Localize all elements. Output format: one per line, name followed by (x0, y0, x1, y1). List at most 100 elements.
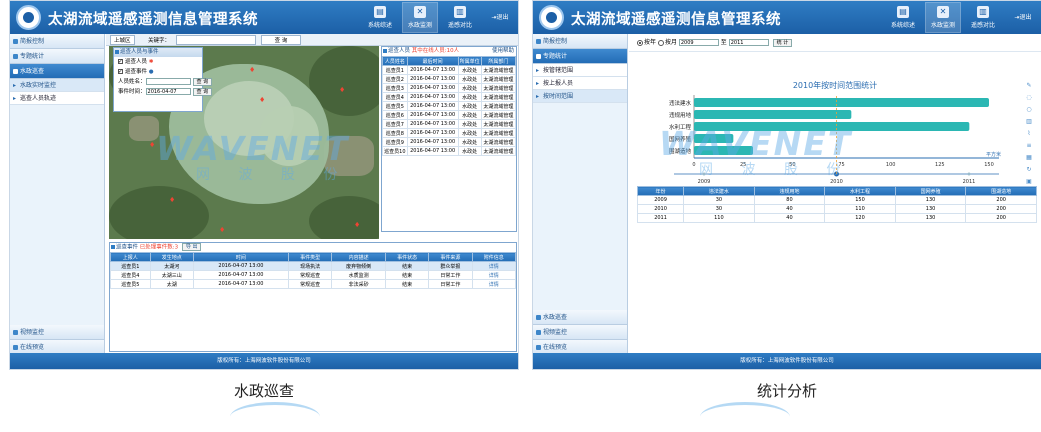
table-row[interactable]: 巡查员6 2016-04-07 13:00 水政处 太湖流域管理 (382, 110, 517, 120)
bar (694, 110, 852, 119)
event-header-cell: 内容描述 (331, 252, 386, 262)
keyword-input[interactable] (176, 35, 256, 45)
marker-icon[interactable]: ♦ (169, 196, 175, 204)
stats-button[interactable]: 统 计 (772, 38, 793, 47)
nav-water-monitor[interactable]: ✕ 水政监测 (925, 2, 961, 33)
staff-cell: 2016-04-07 13:00 (406, 128, 459, 138)
bar-icon[interactable]: ▥ (1025, 118, 1033, 126)
filter-panel-title: 巡查人员与事件 (114, 48, 202, 57)
table-row[interactable]: 巡查员2 2016-04-07 13:00 水政处 太湖流域管理 (382, 74, 517, 84)
marker-icon[interactable]: ♦ (249, 66, 255, 74)
detail-link[interactable]: 详情 (471, 279, 517, 289)
event-header-cell: 上报人 (110, 252, 151, 262)
nav-water-monitor[interactable]: ✕ 水政监测 (402, 2, 438, 33)
search-button[interactable]: 查 询 (261, 35, 301, 45)
stats-cell: 110 (824, 204, 896, 214)
table-row[interactable]: 巡查员5 太湖 2016-04-07 13:00 常规巡查 非法采砂 结束 日常工作 详情 (110, 279, 517, 289)
event-cell: 太湖 (149, 279, 194, 289)
staff-checkbox[interactable] (118, 57, 123, 67)
table-row[interactable]: 巡查员7 2016-04-07 13:00 水政处 太湖流域管理 (382, 119, 517, 129)
sidebar-group-briefing[interactable]: 简报控制 (533, 34, 627, 49)
staff-name-input[interactable] (145, 78, 191, 85)
by-month-radio[interactable] (657, 39, 664, 46)
table-row[interactable]: 巡查员3 2016-04-07 13:00 水政处 太湖流域管理 (382, 83, 517, 93)
keyword-label: 关键字： (148, 38, 171, 44)
circle-icon[interactable]: ○ (1025, 106, 1033, 114)
line-icon[interactable]: ⌇ (1025, 130, 1033, 138)
grid-icon[interactable]: ▦ (1025, 154, 1033, 162)
table-row[interactable]: 巡查员4 太湖三山 2016-04-07 13:00 常规巡查 水质监测 结束 日常工作 详情 (110, 270, 517, 280)
table-row[interactable]: 巡查员1 太湖河 2016-04-07 13:00 现场执法 废弃物倾倒 结束 群众举报 详情 (110, 261, 517, 271)
tick-label: 125 (935, 162, 945, 168)
table-row[interactable]: 巡查员10 2016-04-07 13:00 水政处 太湖流域管理 (382, 146, 517, 156)
sidebar-group-patrol[interactable]: 水政巡查 (533, 310, 627, 325)
sidebar-group-stats[interactable]: 专题统计 (533, 49, 627, 64)
main-area: 上城区 关键字： 查 询 ♦ ♦ ♦ ♦ ♦ ♦ ♦ ♦ 巡查人员与事件 (106, 34, 518, 353)
detail-link[interactable]: 详情 (471, 270, 517, 280)
event-cell: 2016-04-07 13:00 (192, 261, 289, 271)
detail-link[interactable]: 详情 (471, 261, 517, 271)
sidebar-item-by-area[interactable]: 按管辖范围 (533, 64, 627, 77)
staff-panel-title: 巡查人员 (388, 48, 411, 54)
sidebar-group-video[interactable]: 视频监控 (533, 325, 627, 340)
sidebar-item-realtime[interactable]: 水政实时监控 (10, 79, 104, 92)
stats-cell: 80 (753, 195, 826, 205)
from-year-select[interactable]: 2009 (678, 39, 719, 46)
by-year-radio[interactable] (637, 39, 643, 46)
date-search-button[interactable]: 查 询 (192, 87, 213, 96)
sidebar-group-stats[interactable]: 专题统计 (10, 49, 104, 64)
table-row[interactable]: 巡查员9 2016-04-07 13:00 水政处 太湖流域管理 (382, 137, 517, 147)
to-year-select[interactable]: 2011 (728, 39, 769, 46)
sidebar-group-video[interactable]: 视频监控 (10, 325, 104, 340)
table-row[interactable]: 2011 110 40 120 130 200 (636, 213, 1037, 223)
stats-table: 年份 违法建水 违规用地 水利工程 国网养殖 围湖造地 2009 30 80 150 130 200… (636, 186, 1037, 223)
marker-icon[interactable]: ♦ (219, 226, 225, 234)
event-date-input[interactable]: 2016-04-07 (145, 88, 191, 95)
list-icon[interactable]: ≡ (1025, 142, 1033, 150)
staff-cell: 水政处 (457, 92, 482, 102)
staff-search-button[interactable]: 查 询 (192, 77, 213, 86)
exit-button[interactable]: ⇥退出 (1013, 3, 1033, 32)
marker-icon[interactable]: ♦ (259, 96, 265, 104)
marker-icon[interactable]: ♦ (354, 221, 360, 229)
sidebar-group-patrol[interactable]: 水政巡查 (10, 64, 104, 79)
nav-remote-compare[interactable]: ▥ 遥感对比 (966, 3, 1000, 32)
sidebar-item-by-time[interactable]: 按时间范围 (533, 90, 627, 103)
event-cell: 太湖河 (149, 261, 194, 271)
help-link[interactable]: 使用帮助 (492, 47, 514, 56)
event-cell: 日常工作 (428, 279, 473, 289)
timeline-dot (967, 172, 971, 176)
chart-tools: ✎ ◌ ○ ▥ ⌇ ≡ ▦ ↻ ▣ (1025, 82, 1035, 190)
table-row[interactable]: 2010 30 40 110 130 200 (636, 204, 1037, 214)
pen-icon[interactable]: ✎ (1025, 82, 1033, 90)
event-checkbox[interactable] (118, 67, 123, 77)
sidebar-item-track[interactable]: 巡查人员轨迹 (10, 92, 104, 105)
nav-remote-compare[interactable]: ▥ 遥感对比 (443, 3, 477, 32)
left-window: 太湖流域遥感遥测信息管理系统 ▤ 系统综述 ✕ 水政监测 ▥ 遥感对比 ⇥退出 简报控… (9, 0, 519, 370)
table-row[interactable]: 巡查员1 2016-04-07 13:00 水政处 太湖流域管理 (382, 65, 517, 75)
sidebar-group-briefing[interactable]: 简报控制 (10, 34, 104, 49)
stats-header-cell: 水利工程 (824, 186, 896, 196)
table-row[interactable]: 巡查员8 2016-04-07 13:00 水政处 太湖流域管理 (382, 128, 517, 138)
table-row[interactable]: 巡查员4 2016-04-07 13:00 水政处 太湖流域管理 (382, 92, 517, 102)
staff-cell: 水政处 (457, 65, 482, 75)
export-button[interactable]: 导 出 (181, 243, 202, 251)
exit-button[interactable]: ⇥退出 (490, 3, 510, 32)
event-header-cell: 附件信息 (471, 252, 517, 262)
sidebar-item-by-reporter[interactable]: 按上报人员 (533, 77, 627, 90)
district-dropdown[interactable]: 上城区 (110, 35, 135, 45)
marker-icon[interactable]: ♦ (149, 141, 155, 149)
table-row[interactable]: 2009 30 80 150 130 200 (636, 195, 1037, 205)
table-row[interactable]: 巡查员5 2016-04-07 13:00 水政处 太湖流域管理 (382, 101, 517, 111)
tick-label: 150 (984, 162, 994, 168)
bubble-icon[interactable]: ◌ (1025, 94, 1033, 102)
save-icon[interactable]: ▣ (1025, 178, 1033, 186)
nav-system-overview[interactable]: ▤ 系统综述 (886, 3, 920, 32)
refresh-icon[interactable]: ↻ (1025, 166, 1033, 174)
stats-cell: 120 (824, 213, 896, 223)
handled-count: 已处理事件数:3 (139, 244, 179, 251)
event-header-cell: 发生地点 (149, 252, 194, 262)
marker-icon[interactable]: ♦ (339, 86, 345, 94)
nav-system-overview[interactable]: ▤ 系统综述 (363, 3, 397, 32)
staff-cell: 巡查员1 (382, 65, 408, 75)
